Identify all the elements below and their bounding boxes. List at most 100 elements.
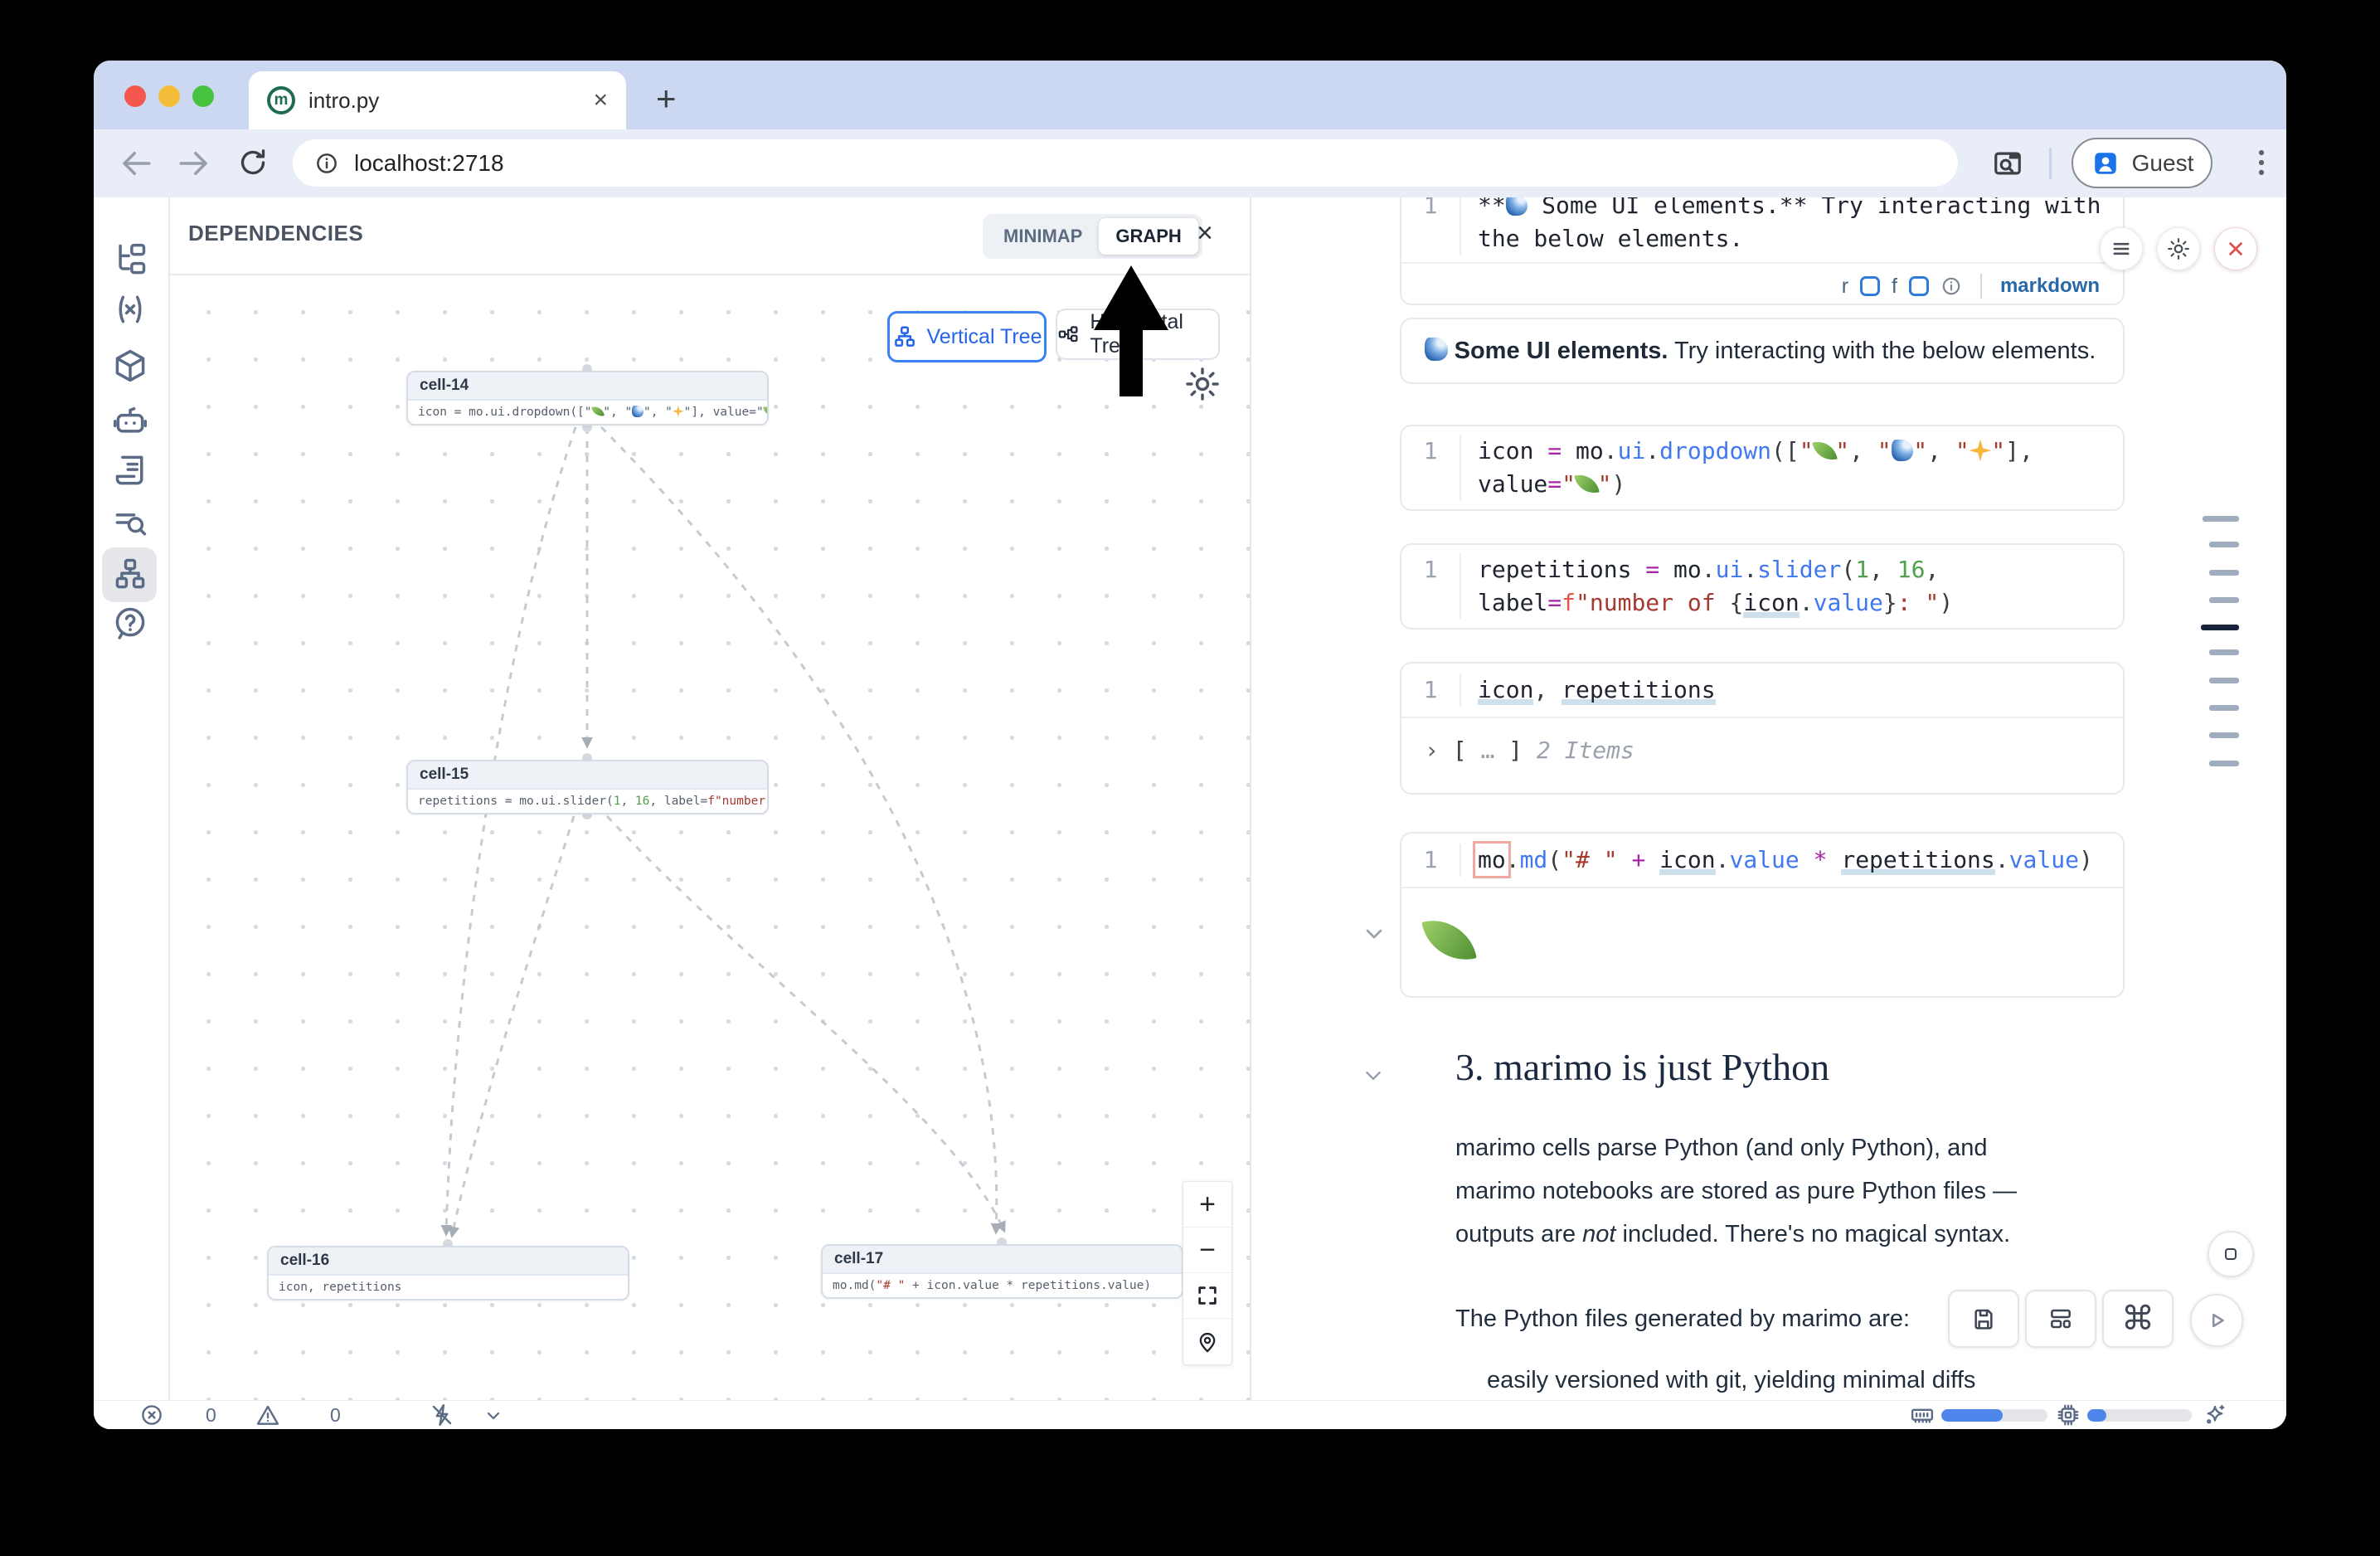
cpu-icon (2056, 1403, 2081, 1427)
minimap-cell-marker[interactable] (2209, 570, 2239, 576)
code-cell-tuple[interactable]: 1 icon, repetitions › [ … ] 2 Items (1400, 662, 2125, 795)
minimap-cell-marker[interactable] (2209, 597, 2239, 603)
collapsed-output-expander[interactable]: › [ … ] 2 Items (1401, 717, 2123, 782)
file-explorer-icon[interactable] (112, 241, 148, 278)
save-icon (1970, 1306, 1997, 1332)
tab-graph[interactable]: GRAPH (1099, 218, 1197, 255)
notebook-menu-button[interactable] (2100, 227, 2143, 270)
ai-assistant-icon[interactable] (112, 402, 148, 439)
traffic-light-close[interactable] (124, 85, 146, 107)
edge-cell14-cell16 (446, 427, 576, 1234)
tab-close-icon[interactable]: × (593, 88, 608, 113)
keyboard-shortcuts-button[interactable]: ⌘ (2102, 1290, 2174, 1348)
dependency-graph-canvas[interactable]: Vertical Tree Horizontal Tree cell-14 ic… (170, 274, 1250, 1400)
code-line: label=f"number of {icon.value}: ") (1478, 586, 1953, 620)
code-line: ** Some UI elements.** Try interacting w… (1478, 197, 2101, 222)
minimap-cell-marker-active[interactable] (2201, 625, 2239, 630)
page-content: DEPENDENCIES MINIMAP GRAPH × (94, 197, 2286, 1429)
layout-icon (2047, 1306, 2074, 1332)
zoom-in-icon[interactable]: + (1183, 1182, 1231, 1228)
graph-node-cell-14[interactable]: cell-14 icon = mo.ui.dropdown(["", "", "… (406, 371, 769, 425)
graph-node-cell-16[interactable]: cell-16 icon, repetitions (267, 1246, 629, 1301)
minimap-cell-marker[interactable] (2209, 542, 2239, 547)
reload-icon[interactable] (236, 146, 271, 181)
graph-settings-icon[interactable] (1183, 365, 1222, 403)
cell-info-icon[interactable] (1940, 275, 1962, 297)
traffic-light-minimize[interactable] (158, 85, 180, 107)
runtime-menu-chevron-icon[interactable] (483, 1406, 508, 1429)
variables-icon[interactable] (112, 291, 148, 328)
edge-cell14-cell17 (601, 427, 997, 1233)
line-number: 1 (1401, 673, 1460, 707)
center-node-icon[interactable] (1183, 1319, 1231, 1364)
notebook-settings-button[interactable] (2157, 227, 2200, 270)
cell-language-label[interactable]: markdown (2000, 275, 2100, 298)
close-panel-icon[interactable]: × (1197, 217, 1213, 250)
back-icon[interactable] (119, 146, 153, 181)
browser-menu-icon[interactable] (2243, 144, 2278, 179)
code-cell-slider[interactable]: 1 repetitions = mo.ui.slider(1, 16, labe… (1400, 543, 2125, 630)
play-icon (2204, 1308, 2229, 1333)
section-heading: 3. marimo is just Python (1455, 1045, 1829, 1089)
graph-node-cell-17[interactable]: cell-17 mo.md("# " + icon.value * repeti… (821, 1244, 1183, 1299)
errors-icon[interactable] (139, 1403, 164, 1427)
help-icon[interactable] (112, 605, 148, 641)
annotation-arrow-head (1094, 265, 1168, 330)
vertical-tree-button[interactable]: Vertical Tree (887, 311, 1047, 362)
browser-tab[interactable]: m intro.py × (249, 71, 626, 129)
line-number: 1 (1401, 197, 1460, 255)
url-text: localhost:2718 (354, 150, 504, 177)
fit-view-icon[interactable] (1183, 1273, 1231, 1319)
avatar-icon (2091, 148, 2120, 178)
forward-icon[interactable] (177, 146, 211, 181)
code-cell-momd[interactable]: 1 mo.md("# " + icon.value * repetitions.… (1400, 832, 2125, 998)
ai-sparkle-icon[interactable] (2203, 1403, 2227, 1427)
traffic-light-zoom[interactable] (192, 85, 214, 107)
errors-count[interactable]: 0 (206, 1404, 216, 1427)
collapse-section-chevron-icon[interactable] (1361, 1063, 1387, 1090)
shutdown-button[interactable] (2214, 227, 2257, 270)
interrupt-button[interactable] (2208, 1231, 2254, 1277)
url-bar[interactable]: localhost:2718 (293, 139, 1958, 187)
toggle-r-checkbox[interactable] (1860, 276, 1880, 296)
leaf-output (1401, 887, 2123, 992)
graph-node-cell-15[interactable]: cell-15 repetitions = mo.ui.slider(1, 16… (406, 760, 769, 814)
code-line: the below elements. (1478, 222, 2101, 255)
zoom-out-icon[interactable]: − (1183, 1228, 1231, 1273)
emoji-wave-icon (1892, 440, 1914, 462)
minimap-cell-marker[interactable] (2209, 761, 2239, 766)
clipped-list-item: easily versioned with git, yielding mini… (1487, 1367, 2067, 1398)
sidebar (94, 197, 168, 1400)
dependency-graph-icon[interactable] (112, 556, 148, 592)
minimap-cell-marker[interactable] (2209, 649, 2239, 655)
collapse-output-chevron-icon[interactable] (1361, 921, 1387, 947)
markdown-output-cell[interactable]: Some UI elements. Try interacting with t… (1400, 318, 2125, 384)
status-bar: 0 0 (94, 1400, 2286, 1429)
documentation-search-icon[interactable] (112, 504, 148, 541)
markdown-editor-cell[interactable]: 1 ** Some UI elements.** Try interacting… (1400, 197, 2125, 305)
minimap-cell-marker[interactable] (2209, 732, 2239, 738)
code-cell-dropdown[interactable]: 1 icon = mo.ui.dropdown(["", "", ""], va… (1400, 425, 2125, 511)
site-info-icon[interactable] (314, 151, 339, 176)
minimap-cell-marker[interactable] (2209, 678, 2239, 683)
logs-icon[interactable] (112, 452, 148, 489)
new-tab-button[interactable]: + (656, 79, 677, 119)
profile-label: Guest (2132, 150, 2194, 177)
profile-button[interactable]: Guest (2072, 138, 2212, 188)
warnings-icon[interactable] (255, 1403, 280, 1427)
search-tabs-icon[interactable] (1992, 148, 2027, 182)
run-button[interactable] (2190, 1294, 2243, 1347)
autorun-disabled-icon[interactable] (430, 1403, 454, 1427)
panel-divider (1250, 197, 1251, 1400)
view-switcher: MINIMAP GRAPH (983, 214, 1202, 259)
packages-icon[interactable] (112, 348, 148, 384)
minimap-cell-marker[interactable] (2203, 516, 2239, 522)
cell-footer: r f markdown (1401, 262, 2123, 309)
browser-tab-strip: m intro.py × + (94, 61, 2286, 129)
tab-minimap[interactable]: MINIMAP (987, 218, 1099, 255)
warnings-count[interactable]: 0 (330, 1404, 341, 1427)
layout-toggle-button[interactable] (2025, 1290, 2096, 1348)
save-button[interactable] (1948, 1290, 2019, 1348)
minimap-cell-marker[interactable] (2209, 705, 2239, 711)
toggle-f-checkbox[interactable] (1909, 276, 1929, 296)
